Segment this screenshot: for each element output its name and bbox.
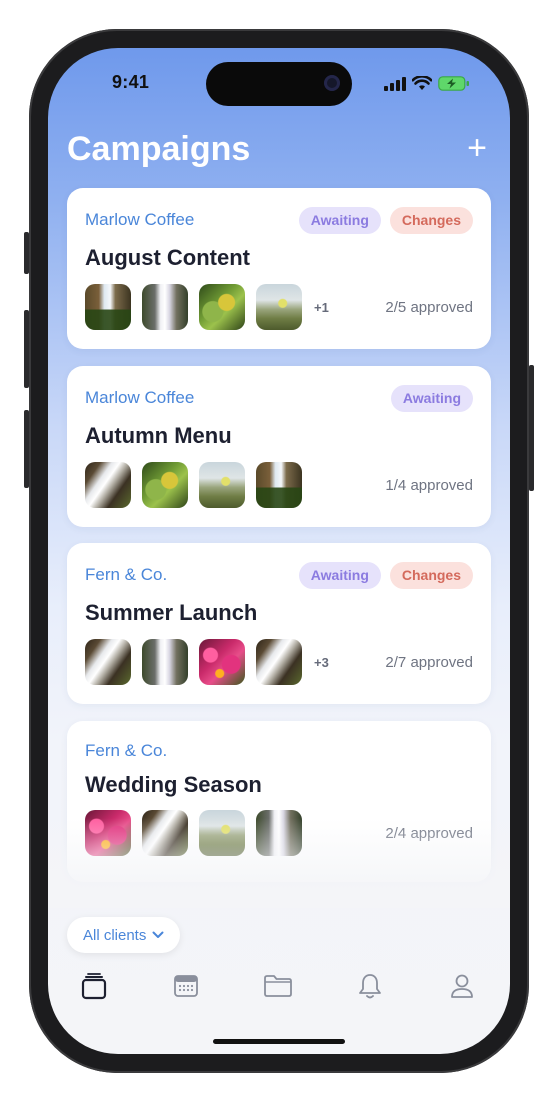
client-name: Fern & Co. (85, 741, 168, 760)
tab-calendar[interactable] (166, 966, 206, 1006)
thumbnail[interactable] (199, 810, 245, 856)
home-indicator (213, 1039, 345, 1044)
status-badge-awaiting: Awaiting (298, 562, 381, 589)
thumbnail-row: +3 (85, 639, 329, 685)
tab-bar (48, 966, 510, 1016)
wifi-icon (412, 76, 432, 90)
thumbnail[interactable] (199, 284, 245, 330)
status-bar: 9:41 (48, 62, 510, 106)
approved-count: 2/7 approved (385, 654, 473, 671)
thumbnail[interactable] (142, 810, 188, 856)
thumbnail[interactable] (85, 810, 131, 856)
campaign-title: Autumn Menu (85, 423, 232, 448)
thumbnail[interactable] (256, 639, 302, 685)
thumbnail-row (85, 810, 313, 856)
calendar-icon (174, 975, 198, 997)
client-filter-button[interactable]: All clients (67, 917, 181, 953)
tab-files[interactable] (258, 966, 298, 1006)
status-badge-awaiting: Awaiting (390, 385, 473, 412)
approved-count: 1/4 approved (385, 477, 473, 494)
campaign-card[interactable]: Fern & Co. Wedding Season 2/4 approved (67, 721, 491, 882)
add-campaign-button[interactable]: + (462, 131, 492, 165)
client-name: Marlow Coffee (85, 210, 195, 229)
status-badge-changes: Changes (389, 207, 473, 234)
status-badge-changes: Changes (389, 562, 473, 589)
volume-up-button (24, 310, 29, 388)
campaign-card[interactable]: Marlow Coffee Awaiting Autumn Menu 1/4 a… (67, 366, 491, 527)
campaign-card[interactable]: Marlow Coffee Awaiting Changes August Co… (67, 188, 491, 349)
page-title: Campaigns (67, 130, 251, 168)
filter-label: All clients (83, 926, 147, 944)
badge-group: Awaiting Changes (298, 207, 473, 234)
thumbnail[interactable] (256, 810, 302, 856)
badge-group: Awaiting Changes (298, 562, 473, 589)
stack-icon (81, 973, 107, 1000)
thumbnail[interactable] (256, 462, 302, 508)
status-badge-awaiting: Awaiting (298, 207, 381, 234)
badge-group: Awaiting (390, 385, 473, 412)
thumbnail[interactable] (85, 284, 131, 330)
thumbnail[interactable] (85, 462, 131, 508)
tab-notifications[interactable] (350, 966, 390, 1006)
thumbnail[interactable] (142, 284, 188, 330)
campaign-title: Wedding Season (85, 772, 262, 797)
client-name: Marlow Coffee (85, 388, 195, 407)
folder-icon (264, 975, 292, 997)
signal-icon (384, 76, 406, 91)
more-count: +1 (314, 299, 329, 315)
chevron-down-icon (152, 931, 164, 938)
status-time: 9:41 (112, 72, 150, 92)
thumbnail[interactable] (199, 462, 245, 508)
volume-down-button (24, 410, 29, 488)
more-count: +3 (314, 654, 329, 670)
tab-profile[interactable] (442, 966, 482, 1006)
campaign-card[interactable]: Fern & Co. Awaiting Changes Summer Launc… (67, 543, 491, 704)
thumbnail[interactable] (256, 284, 302, 330)
screen: 9:41 Campaigns + Marlow Coffee Awaiting (48, 48, 510, 1054)
status-icons (384, 76, 470, 91)
campaign-title: August Content (85, 245, 250, 270)
thumbnail[interactable] (142, 462, 188, 508)
approved-count: 2/5 approved (385, 299, 473, 316)
plus-icon: + (467, 129, 487, 167)
client-name: Fern & Co. (85, 565, 168, 584)
action-button (24, 232, 29, 274)
thumbnail[interactable] (199, 639, 245, 685)
camera-icon (324, 75, 340, 91)
power-button (529, 365, 534, 491)
bell-icon (359, 974, 381, 999)
thumbnail-row: +1 (85, 284, 329, 330)
approved-count: 2/4 approved (385, 825, 473, 842)
dynamic-island (206, 62, 352, 106)
tab-campaigns[interactable] (74, 966, 114, 1006)
thumbnail[interactable] (85, 639, 131, 685)
person-icon (451, 974, 473, 998)
battery-charging-icon (438, 76, 469, 91)
campaign-title: Summer Launch (85, 600, 258, 625)
thumbnail-row (85, 462, 313, 508)
thumbnail[interactable] (142, 639, 188, 685)
